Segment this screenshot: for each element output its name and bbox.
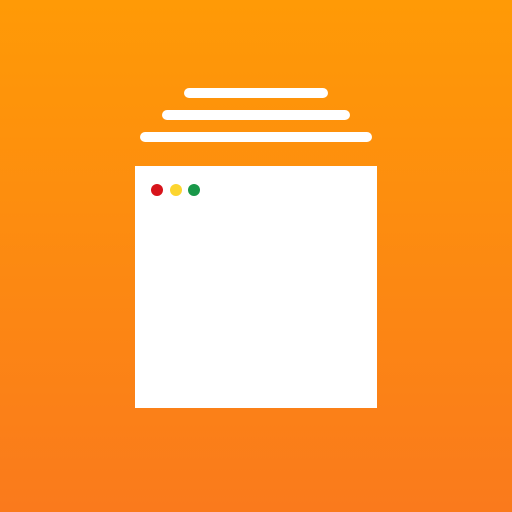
- app-icon: [0, 0, 512, 512]
- zoom-dot-icon: [188, 184, 200, 196]
- close-dot-icon: [151, 184, 163, 196]
- minimize-dot-icon: [170, 184, 182, 196]
- stacked-window-line-bottom: [140, 132, 372, 142]
- stacked-window-line-top: [184, 88, 328, 98]
- stacked-window-line-middle: [162, 110, 350, 120]
- browser-window-icon: [135, 166, 377, 408]
